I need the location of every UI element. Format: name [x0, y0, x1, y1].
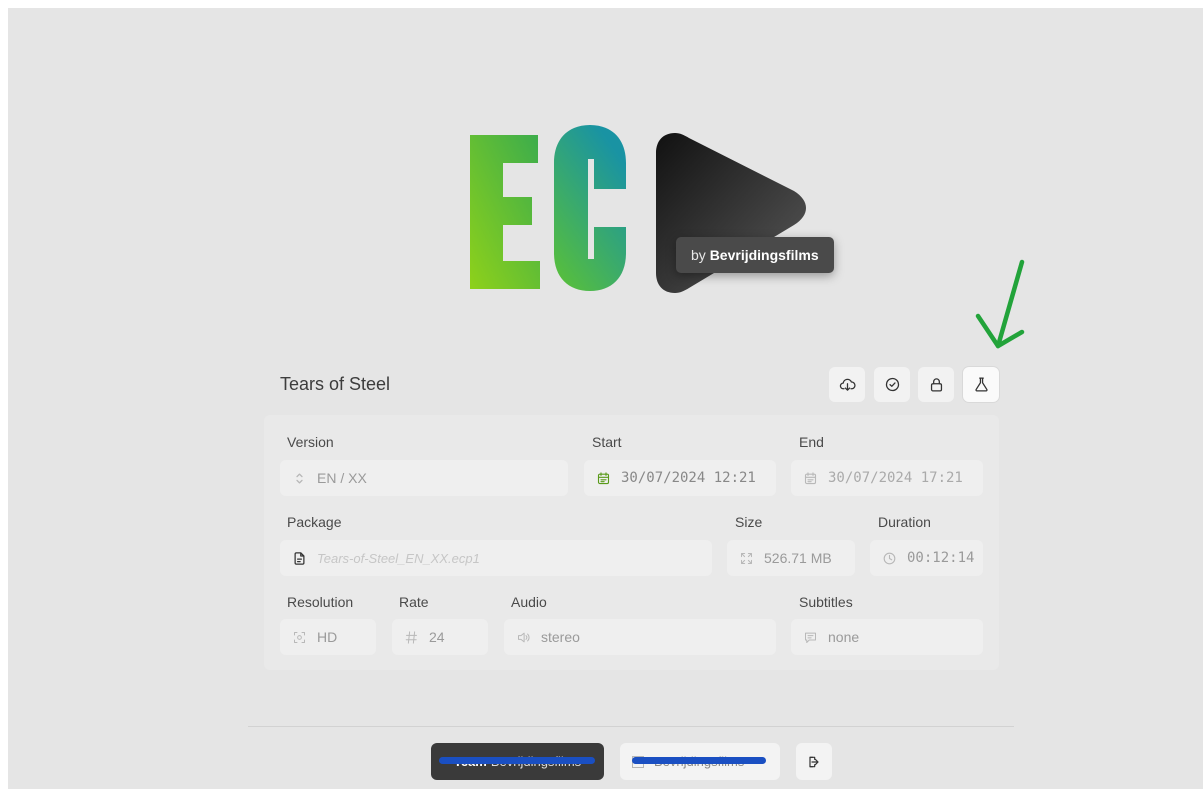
resolution-value: HD — [317, 629, 338, 645]
cloud-download-icon — [839, 378, 856, 391]
subtitles-label: Subtitles — [799, 594, 853, 610]
duration-field: 00:12:14 — [870, 540, 983, 576]
resolution-label: Resolution — [287, 594, 354, 610]
package-file-field[interactable]: Tears-of-Steel_EN_XX.ecp1 — [280, 540, 712, 576]
logout-icon — [809, 756, 819, 767]
lock-icon — [930, 378, 942, 392]
size-label: Size — [735, 514, 763, 530]
focus-icon — [292, 630, 307, 645]
package-title: Tears of Steel — [280, 374, 391, 394]
download-button[interactable] — [829, 367, 865, 402]
speaker-icon — [516, 630, 531, 645]
package-value: Tears-of-Steel_EN_XX.ecp1 — [317, 550, 480, 566]
annotation-arrow-icon — [975, 259, 1025, 349]
footer-divider — [248, 726, 1014, 727]
flask-icon — [974, 377, 988, 392]
end-label: End — [799, 434, 824, 450]
version-select[interactable]: EN / XX — [280, 460, 568, 496]
calendar-icon — [803, 471, 818, 486]
subtitles-field: none — [791, 619, 983, 655]
hash-icon — [404, 630, 419, 645]
subtitles-value: none — [828, 629, 860, 645]
expand-icon — [739, 551, 754, 566]
approve-button[interactable] — [874, 367, 910, 402]
version-value: EN / XX — [317, 470, 367, 486]
message-icon — [803, 630, 818, 645]
package-label: Package — [287, 514, 342, 530]
start-label: Start — [592, 434, 622, 450]
rate-label: Rate — [399, 594, 429, 610]
end-value: 30/07/2024 17:21 — [828, 470, 963, 486]
lock-button[interactable] — [918, 367, 954, 402]
byline-badge: by Bevrijdingsfilms — [676, 237, 834, 273]
file-icon — [292, 551, 307, 566]
clock-icon — [882, 551, 897, 566]
start-value: 30/07/2024 12:21 — [621, 470, 756, 486]
test-button[interactable] — [963, 367, 999, 402]
byline-brand: Bevrijdingsfilms — [709, 247, 819, 263]
audio-label: Audio — [511, 594, 547, 610]
logout-button[interactable] — [796, 743, 832, 780]
rate-value: 24 — [429, 629, 445, 645]
start-datetime-field[interactable]: 30/07/2024 12:21 — [584, 460, 776, 496]
duration-label: Duration — [878, 514, 931, 530]
app-window: by Bevrijdingsfilms Tears of Steel Versi… — [8, 8, 1203, 789]
redaction-mark — [439, 757, 595, 764]
size-value: 526.71 MB — [764, 550, 832, 566]
byline-prefix: by — [691, 247, 706, 263]
version-label: Version — [287, 434, 334, 450]
ec-logo — [470, 125, 806, 293]
check-circle-icon — [885, 377, 899, 392]
redaction-mark — [632, 757, 766, 764]
select-chevrons-icon — [292, 471, 307, 486]
size-field: 526.71 MB — [727, 540, 855, 576]
calendar-icon — [596, 471, 611, 486]
duration-value: 00:12:14 — [907, 550, 975, 566]
end-datetime-field[interactable]: 30/07/2024 17:21 — [791, 460, 983, 496]
resolution-field: HD — [280, 619, 376, 655]
rate-field: 24 — [392, 619, 488, 655]
audio-value: stereo — [541, 629, 580, 645]
audio-field: stereo — [504, 619, 776, 655]
